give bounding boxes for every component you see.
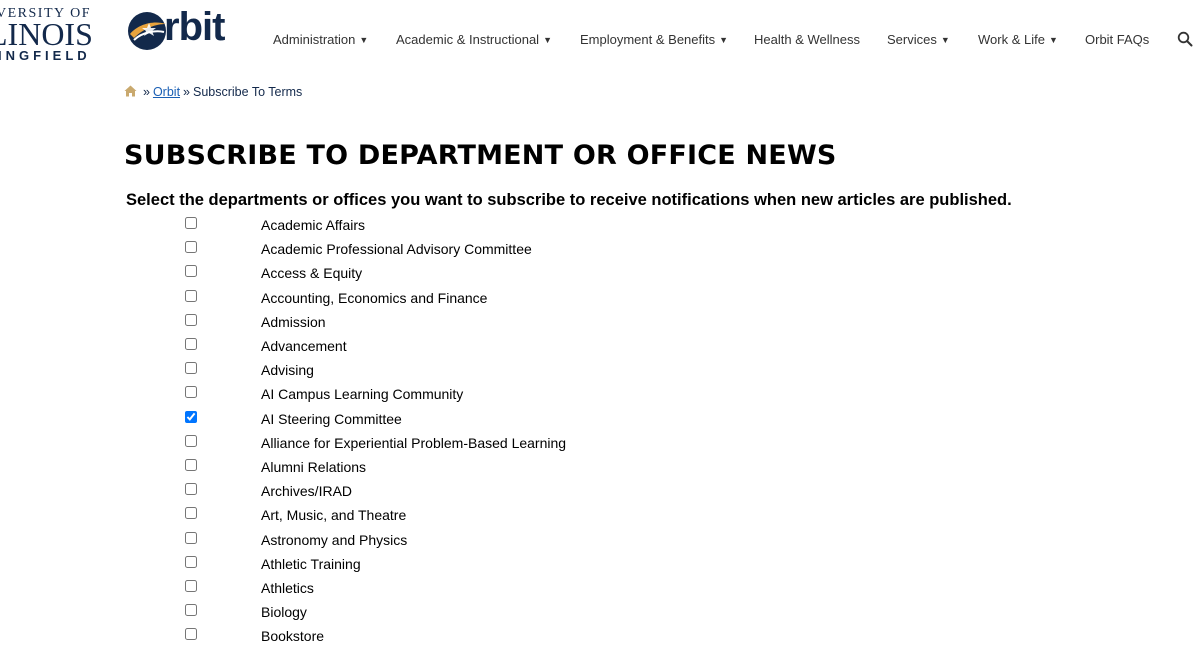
department-checkbox[interactable] bbox=[185, 386, 197, 399]
department-row: Biology bbox=[0, 600, 700, 624]
nav-label: Employment & Benefits bbox=[580, 32, 716, 47]
home-icon[interactable] bbox=[124, 85, 137, 97]
department-checkbox[interactable] bbox=[185, 217, 197, 229]
uis-logo[interactable]: VERSITY OF LINOIS INGFIELD bbox=[0, 4, 112, 64]
department-label[interactable]: Athletic Training bbox=[261, 556, 361, 572]
department-row: AI Campus Learning Community bbox=[0, 382, 700, 406]
department-checkbox[interactable] bbox=[185, 628, 197, 641]
department-label[interactable]: Bookstore bbox=[261, 628, 324, 644]
nav-label: Work & Life bbox=[978, 32, 1045, 47]
page-title: SUBSCRIBE TO DEPARTMENT OR OFFICE NEWS bbox=[124, 140, 837, 171]
nav-item-health-wellness[interactable]: Health & Wellness bbox=[754, 32, 860, 47]
department-row: Astronomy and Physics bbox=[0, 528, 700, 552]
department-checkbox[interactable] bbox=[185, 531, 197, 544]
caret-down-icon: ▼ bbox=[359, 35, 369, 45]
orbit-globe-icon bbox=[128, 12, 166, 50]
department-checkbox[interactable] bbox=[185, 580, 197, 592]
department-row: Advancement bbox=[0, 334, 700, 358]
department-row: AI Steering Committee bbox=[0, 407, 700, 431]
department-checkbox[interactable] bbox=[185, 459, 197, 471]
department-checkbox[interactable] bbox=[185, 265, 197, 278]
nav-item-services[interactable]: Services ▼ bbox=[887, 32, 950, 47]
department-label[interactable]: Academic Affairs bbox=[261, 217, 365, 233]
department-row: Accounting, Economics and Finance bbox=[0, 286, 700, 310]
search-icon[interactable] bbox=[1177, 31, 1193, 47]
department-row: Admission bbox=[0, 310, 700, 334]
department-label[interactable]: Astronomy and Physics bbox=[261, 532, 407, 548]
nav-item-employment-benefits[interactable]: Employment & Benefits ▼ bbox=[580, 32, 728, 47]
nav-label: Health & Wellness bbox=[754, 32, 860, 47]
nav-item-work-life[interactable]: Work & Life ▼ bbox=[978, 32, 1058, 47]
department-label[interactable]: Art, Music, and Theatre bbox=[261, 507, 406, 523]
department-row: Academic Affairs bbox=[0, 213, 700, 237]
breadcrumb-current: Subscribe To Terms bbox=[193, 85, 303, 99]
breadcrumb-link-orbit[interactable]: Orbit bbox=[153, 85, 180, 99]
department-label[interactable]: Alliance for Experiential Problem-Based … bbox=[261, 435, 566, 451]
department-checkbox[interactable] bbox=[185, 289, 197, 302]
department-checkbox[interactable] bbox=[185, 434, 197, 447]
nav-label: Academic & Instructional bbox=[396, 32, 540, 47]
orbit-logo[interactable]: rbit bbox=[126, 5, 238, 54]
department-row: Alliance for Experiential Problem-Based … bbox=[0, 431, 700, 455]
caret-down-icon: ▼ bbox=[543, 35, 552, 45]
department-label[interactable]: Athletics bbox=[261, 580, 314, 596]
department-checkbox[interactable] bbox=[185, 362, 197, 375]
department-checkbox[interactable] bbox=[185, 507, 197, 520]
nav-item-orbit-faqs[interactable]: Orbit FAQs bbox=[1085, 32, 1149, 47]
nav-label: Administration bbox=[273, 32, 356, 47]
department-label[interactable]: Archives/IRAD bbox=[261, 483, 352, 499]
breadcrumb-separator: » bbox=[143, 85, 150, 99]
department-row: Advising bbox=[0, 358, 700, 382]
department-row: Archives/IRAD bbox=[0, 479, 700, 503]
department-row: Access & Equity bbox=[0, 261, 700, 285]
department-row: Bookstore bbox=[0, 624, 700, 648]
department-checkbox[interactable] bbox=[185, 604, 197, 617]
caret-down-icon: ▼ bbox=[719, 35, 729, 45]
caret-down-icon: ▼ bbox=[1048, 35, 1058, 45]
caret-down-icon: ▼ bbox=[940, 35, 950, 45]
uis-logo-line3: INGFIELD bbox=[0, 48, 91, 63]
breadcrumb-separator: » bbox=[183, 85, 190, 99]
department-label[interactable]: AI Steering Committee bbox=[261, 411, 402, 427]
page: VERSITY OF LINOIS INGFIELD rbit Administ… bbox=[0, 0, 1200, 650]
department-row: Academic Professional Advisory Committee bbox=[0, 237, 700, 261]
department-checkbox[interactable] bbox=[185, 555, 197, 568]
department-label[interactable]: Biology bbox=[261, 604, 307, 620]
nav-item-administration[interactable]: Administration ▼ bbox=[273, 32, 368, 47]
breadcrumb: » Orbit» Subscribe To Terms bbox=[124, 85, 302, 99]
department-checkbox[interactable] bbox=[185, 410, 197, 423]
department-label[interactable]: Admission bbox=[261, 314, 326, 330]
department-checkbox[interactable] bbox=[185, 483, 197, 496]
department-label[interactable]: AI Campus Learning Community bbox=[261, 386, 463, 402]
nav-label: Orbit FAQs bbox=[1085, 32, 1150, 47]
department-checkbox[interactable] bbox=[185, 313, 197, 326]
department-label[interactable]: Academic Professional Advisory Committee bbox=[261, 241, 532, 257]
department-label[interactable]: Advising bbox=[261, 362, 314, 378]
department-row: Athletics bbox=[0, 576, 700, 600]
nav-item-academic-instructional[interactable]: Academic & Instructional ▼ bbox=[396, 32, 552, 47]
department-row: Athletic Training bbox=[0, 552, 700, 576]
orbit-wordmark: rbit bbox=[164, 5, 225, 49]
instructions-text: Select the departments or offices you wa… bbox=[126, 191, 1012, 209]
department-checkbox[interactable] bbox=[185, 338, 197, 350]
department-label[interactable]: Alumni Relations bbox=[261, 459, 366, 475]
department-row: Art, Music, and Theatre bbox=[0, 503, 700, 527]
department-label[interactable]: Accounting, Economics and Finance bbox=[261, 290, 487, 306]
department-label[interactable]: Advancement bbox=[261, 338, 347, 354]
department-row: Alumni Relations bbox=[0, 455, 700, 479]
nav-label: Services bbox=[887, 32, 937, 47]
department-checkbox[interactable] bbox=[185, 241, 197, 254]
department-label[interactable]: Access & Equity bbox=[261, 265, 362, 281]
